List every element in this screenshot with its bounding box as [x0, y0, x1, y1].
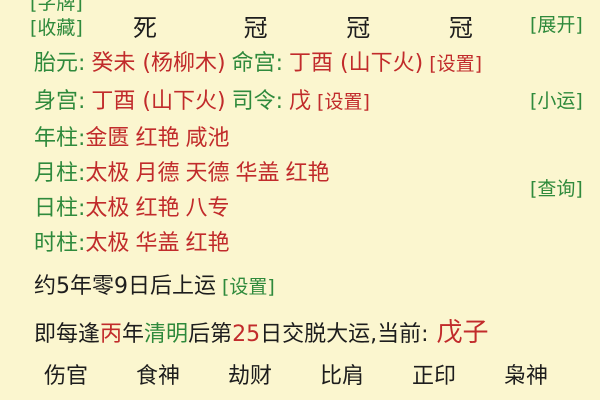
pillar-value: 华盖	[235, 161, 280, 186]
pillar-value: 天德	[185, 161, 230, 186]
transfer-days: 25	[232, 322, 261, 347]
query-button[interactable]: [查询]	[530, 174, 583, 201]
transfer-row: 即每逢丙年清明后第25日交脱大运,当前: 戊子	[34, 312, 495, 349]
pillar-row-year: 年柱:金匮 红艳 咸池	[34, 120, 235, 152]
ten-god-label: 劫财	[228, 364, 273, 389]
star-row: 死 冠 冠 冠	[125, 8, 481, 43]
star-label: 冠	[346, 14, 371, 42]
siling-value: 戊	[289, 89, 312, 114]
taiyuan-set-button[interactable]: [设置]	[429, 53, 482, 75]
shengong-label: 身宫:	[34, 89, 86, 114]
pillar-value: 红艳	[135, 126, 180, 151]
pillar-label: 时柱:	[34, 231, 86, 256]
transfer-text: 年	[122, 322, 145, 347]
minggong-value: 丁酉 (山下火)	[289, 51, 424, 76]
transfer-text: 日交脱大运,当前:	[260, 322, 429, 347]
xiaoyun-button[interactable]: [小运]	[530, 86, 583, 113]
pillar-value: 红艳	[135, 196, 180, 221]
star-label: 死	[133, 14, 157, 42]
ten-god-label: 伤官	[44, 364, 89, 389]
pillar-row-hour: 时柱:太极 华盖 红艳	[34, 225, 235, 257]
pillar-value: 太极	[85, 231, 130, 256]
pillar-row-day: 日柱:太极 红艳 八专	[34, 190, 235, 222]
pillar-value: 红艳	[185, 231, 230, 256]
pillar-label: 月柱:	[34, 161, 86, 186]
star-label: 冠	[448, 14, 473, 42]
pillar-value: 红艳	[285, 161, 330, 186]
siling-label: 司令:	[231, 89, 284, 114]
luck-start-set-button[interactable]: [设置]	[222, 276, 275, 298]
expand-button[interactable]: [展开]	[530, 10, 583, 37]
shengong-set-button[interactable]: [设置]	[317, 91, 370, 113]
shengong-value: 丁酉 (山下火)	[91, 89, 226, 114]
taiyuan-label: 胎元:	[34, 51, 86, 76]
pillar-value: 月德	[135, 161, 180, 186]
pillar-label: 日柱:	[34, 196, 86, 221]
ten-god-label: 比肩	[320, 364, 365, 389]
pillar-row-month: 月柱:太极 月德 天德 华盖 红艳	[34, 155, 336, 187]
ten-god-label: 正印	[412, 364, 457, 389]
star-label: 冠	[243, 14, 268, 42]
shengong-row: 身宫: 丁酉 (山下火) 司令: 戊 [设置]	[34, 83, 376, 115]
pillar-value: 太极	[85, 196, 130, 221]
ten-god-label: 食神	[136, 364, 181, 389]
transfer-text: 即每逢	[34, 322, 101, 347]
luck-start-row: 约5年零9日后上运 [设置]	[34, 268, 281, 300]
pillar-label: 年柱:	[34, 126, 86, 151]
taiyuan-row: 胎元: 癸未 (杨柳木) 命宫: 丁酉 (山下火) [设置]	[34, 45, 488, 77]
ten-gods-row: 伤官 食神 劫财 比肩 正印 枭神	[44, 358, 564, 390]
taiyuan-value: 癸未 (杨柳木)	[91, 51, 226, 76]
pillar-value: 华盖	[135, 231, 180, 256]
transfer-stem: 丙	[100, 322, 123, 347]
luck-start-text: 约5年零9日后上运	[34, 274, 216, 299]
current-luck-value: 戊子	[436, 318, 489, 348]
minggong-label: 命宫:	[231, 51, 284, 76]
pillar-value: 金匮	[85, 126, 130, 151]
pillar-value: 太极	[85, 161, 130, 186]
pillar-value: 八专	[185, 196, 230, 221]
collect-button[interactable]: [收藏]	[30, 13, 83, 40]
ten-god-label: 枭神	[504, 364, 549, 389]
transfer-text: 后第	[188, 322, 233, 347]
pillar-value: 咸池	[185, 126, 230, 151]
transfer-solar-term: 清明	[144, 322, 189, 347]
